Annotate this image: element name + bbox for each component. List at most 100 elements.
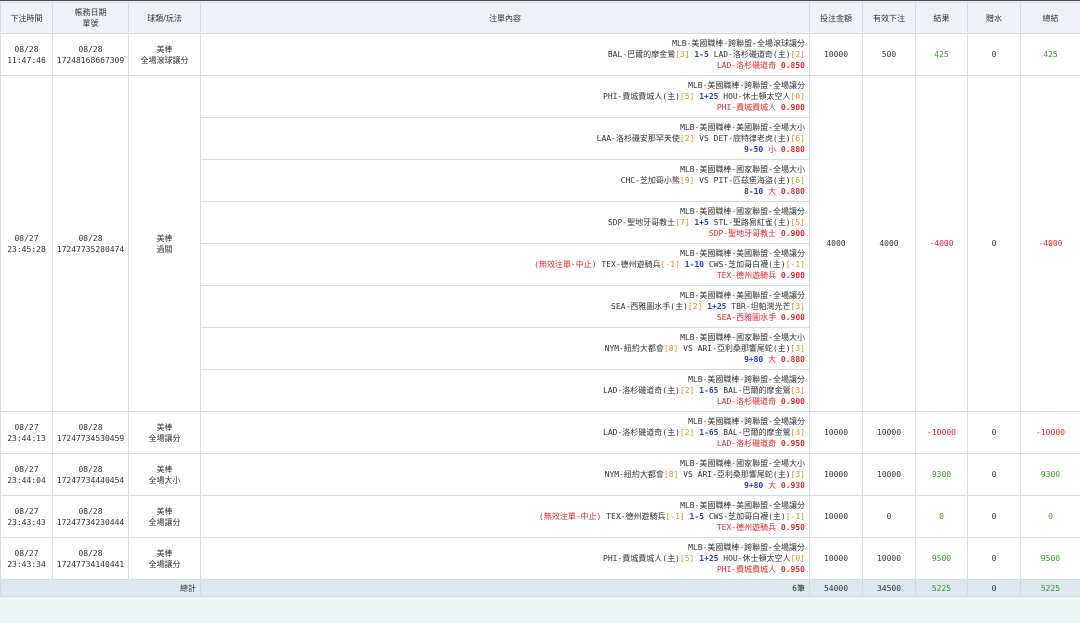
acct-cell: 08/28 17247735280474 [52,75,129,412]
ticket-number: 17248168667309 [56,55,125,65]
pick-team: LAD-洛杉磯道奇 [716,397,777,406]
ticket-number: 17247734530459 [56,433,125,443]
pick-line: LAD-洛杉磯道奇 0.900 [202,396,805,407]
table-row: 08/27 23:43:43 08/28 17247734230444 美棒 全場讓分 ML… [0,495,1080,538]
bet-date: 08/27 [14,506,39,516]
team2-score: [3] [790,302,805,311]
pick-team: PHI-費城費城人 [716,103,777,112]
team2-name: HOU-休士頓太空人 [723,92,791,101]
bet-date: 08/28 [14,44,39,54]
footer-row: 總計 6筆 54000 34500 5225 0 5225 [0,579,1080,597]
footer-valid: 34500 [862,579,916,597]
footer-label: 總計 [0,579,201,597]
league-line: MLB-美國職棒-跨聯盟-全場讓分 [688,375,805,384]
team2-name: STL-聖路易紅雀(主) [713,218,791,227]
team2-name: CWS-芝加哥白襪(主) [708,260,786,269]
rebate-cell: 0 [967,537,1021,580]
match-line: (無效注單-中止) TEX-德州遊騎兵[-1] 1-5 CWS-芝加哥白襪(主)… [202,511,805,522]
pick-line: PHI-費城費城人 0.900 [202,102,805,113]
team1-name: PHI-費城費城人(主) [603,554,680,563]
league-line: MLB-美國職棒-跨聯盟-全場讓分 [688,417,805,426]
acct-date: 08/28 [78,44,103,54]
bet-content: MLB-美國職棒-美國聯盟-全場大小 LAA-洛杉磯安那罕天使[2] VS DET… [200,117,810,160]
pick-total-line: 9+80 [743,355,764,364]
acct-date: 08/28 [78,548,103,558]
table-body: 08/28 11:47:46 08/28 17248168667309 美棒 全場滾球讓分… [0,33,1080,580]
team1-score: [7] [675,218,690,227]
pick-odds: 0.900 [780,313,805,322]
bet-content: MLB-美國職棒-跨聯盟-全場讓分 LAD-洛杉磯道奇(主)[2] 1-65 BA… [200,411,810,454]
bet-content: MLB-美國職棒-國家聯盟-全場讓分 SDP-聖地牙哥教士[7] 1+5 STL-… [200,201,810,244]
header-result: 結果 [915,2,968,34]
team1-score: [-1] [665,512,685,521]
sport-name: 美棒 [156,233,173,243]
pick-team: PHI-費城費城人 [716,565,777,574]
team1-name: SEA-西雅圖水手(主) [611,302,688,311]
pick-line: 9-50 小 0.880 [202,144,805,155]
header-total: 總結 [1020,2,1080,34]
sport-name: 美棒 [156,464,173,474]
bet-content: MLB-美國職棒-跨聯盟-全場讓分 LAD-洛杉磯道奇(主)[2] 1-65 BA… [200,369,810,412]
total-cell: -4000 [1020,75,1080,412]
header-bet-time: 下注時間 [0,2,53,34]
table-row: 08/27 23:45:28 08/28 17247735280474 美棒 過關 MLB-… [0,75,1080,412]
bet-content: MLB-美國職棒-美國聯盟-全場讓分 (無效注單-中止) TEX-德州遊騎兵[-1… [200,495,810,538]
team2-name: ARI-亞利桑那響尾蛇(主) [697,344,791,353]
sport-name: 美棒 [156,506,173,516]
team2-score: [0] [790,554,805,563]
total-cell: -10000 [1020,411,1080,454]
team1-name: CHC-芝加哥小熊 [620,176,680,185]
total-cell: 9300 [1020,453,1080,496]
team2-score: [5] [790,218,805,227]
team1-score: [8] [663,344,679,353]
team1-score: [8] [663,470,679,479]
play-type: 全場讓分 [148,517,181,527]
pick-total-line: 8-10 [743,187,764,196]
team1-name: NYM-紐約大都會 [604,470,664,479]
pick-odds: 0.900 [780,397,805,406]
league-line: MLB-美國職棒-跨聯盟-全場讓分 [688,81,805,90]
header-sport-play: 球類/玩法 [128,2,201,34]
result-cell: 0 [915,495,968,538]
valid-cell: 500 [862,33,916,76]
header-valid: 有效下注 [862,2,916,34]
pick-line: LAD-洛杉磯道奇 0.950 [202,438,805,449]
line-value: 1-5 [694,50,709,59]
team2-name: ARI-亞利桑那響尾蛇(主) [697,470,791,479]
pick-odds: 0.930 [780,481,805,490]
amount-cell: 10000 [809,33,863,76]
acct-date: 08/28 [78,422,103,432]
table-header-row: 下注時間 帳務日期 單號 球類/玩法 注單內容 投注金額 有效下注 結果 贈水 總… [0,2,1080,34]
sport-play-cell: 美棒 全場讓分 [128,537,201,580]
pick-odds: 0.850 [780,61,805,70]
team1-name: LAD-洛杉磯道奇(主) [603,386,680,395]
pick-team: SEA-西雅圖水手 [716,313,777,322]
team1-score: [5] [679,92,695,101]
team2-name: LAD-洛杉磯道奇(主) [713,50,791,59]
bet-date: 08/27 [14,548,39,558]
amount-cell: 10000 [809,537,863,580]
pick-odds: 0.900 [780,103,805,112]
match-line: CHC-芝加哥小熊[9] VS PIT-匹茲堡海盜(主)[6] [202,175,805,186]
bet-time: 23:44:13 [7,433,46,443]
team1-score: [2] [679,386,695,395]
pick-odds: 0.950 [780,439,805,448]
line-value: 1-5 [689,512,704,521]
bet-time-cell: 08/28 11:47:46 [0,33,53,76]
result-cell: 425 [915,33,968,76]
match-line: (無效注單-中止) TEX-德州遊騎兵[-1] 1-10 CWS-芝加哥白襪(主… [202,259,805,270]
valid-cell: 10000 [862,453,916,496]
pick-odds: 0.900 [780,229,805,238]
total-cell: 0 [1020,495,1080,538]
pick-odds: 0.950 [780,565,805,574]
league-line: MLB-美國職棒-國家聯盟-全場大小 [680,459,805,468]
team2-name: DET-底特律老虎(主) [713,134,791,143]
sport-play-cell: 美棒 全場大小 [128,453,201,496]
match-line: PHI-費城費城人(主)[5] 1+25 HOU-休士頓太空人[0] [202,553,805,564]
sport-play-cell: 美棒 全場讓分 [128,495,201,538]
bet-date: 08/27 [14,233,39,243]
void-status: (無效注單-中止) [534,260,597,269]
bet-time: 23:43:34 [7,559,46,569]
valid-cell: 10000 [862,411,916,454]
play-type: 過關 [156,244,173,254]
